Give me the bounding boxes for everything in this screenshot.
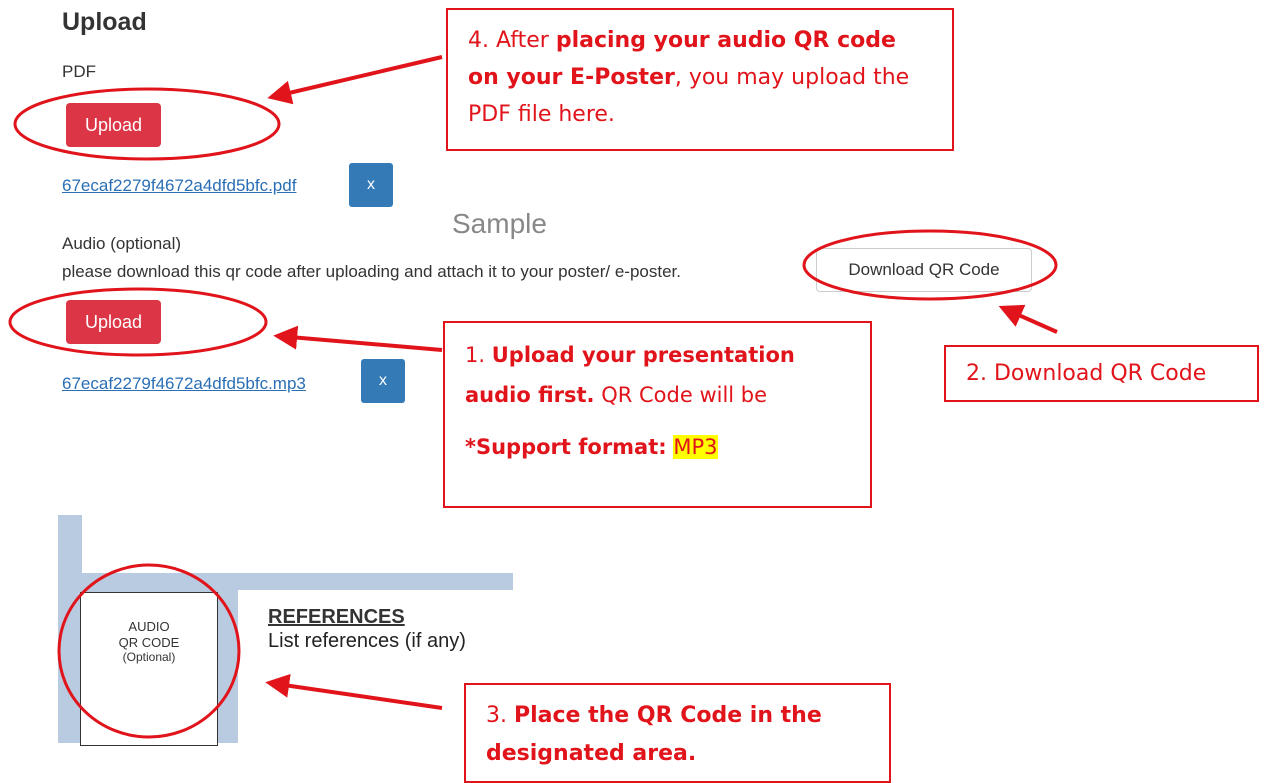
pdf-upload-highlight-ellipse xyxy=(13,87,281,161)
arrow-step2 xyxy=(998,304,1058,334)
annotation-overlay xyxy=(8,55,1058,739)
download-qr-highlight-ellipse xyxy=(802,229,1058,301)
arrow-step4 xyxy=(267,55,443,105)
audio-upload-highlight-ellipse xyxy=(8,287,268,357)
arrow-step1 xyxy=(273,325,443,352)
qr-placeholder-highlight-ellipse xyxy=(57,563,241,739)
arrow-step3 xyxy=(265,673,443,710)
